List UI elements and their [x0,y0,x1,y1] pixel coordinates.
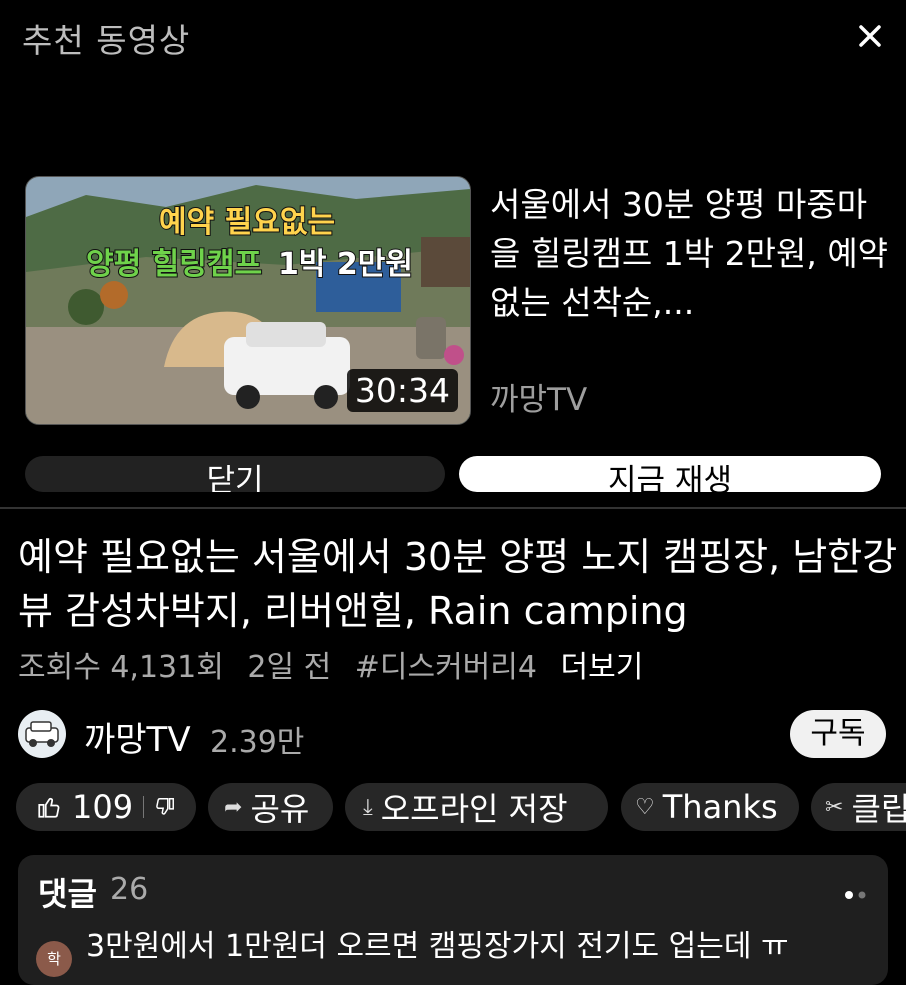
super-thanks-icon: ♡ [635,794,655,820]
play-now-button[interactable]: 지금 재생 [459,456,881,492]
channel-name[interactable]: 까망TV [84,712,191,761]
clip-button[interactable]: ✂ 클립 [811,783,906,831]
hashtag[interactable]: #디스커버리4 [355,650,537,685]
download-label: 오프라인 저장 [380,790,568,828]
thanks-label: Thanks [662,788,778,826]
subscriber-count: 2.39만 [210,725,305,760]
divider [0,507,906,509]
more-button[interactable]: 더보기 [561,650,644,685]
upload-age: 2일 전 [247,650,332,685]
subscribe-button[interactable]: 구독 [790,710,886,758]
carousel-dots-icon [844,885,868,904]
like-dislike-chip[interactable]: 109 [16,783,196,831]
scissors-icon: ✂ [825,794,844,820]
comments-count: 26 [110,872,149,907]
thanks-button[interactable]: ♡ Thanks [621,783,799,831]
video-title: 예약 필요없는 서울에서 30분 양평 노지 캠핑장, 남한강뷰 감성차박지, … [18,535,898,633]
download-icon: ⤓ [363,794,373,820]
like-button[interactable]: 109 [36,788,133,826]
play-now-label: 지금 재생 [608,463,732,493]
dislike-button[interactable] [154,788,176,826]
video-meta: 조회수 4,131회 2일 전 #디스커버리4 더보기 [18,642,657,686]
like-count: 109 [72,788,134,826]
overlay-title: 추천 동영상 [22,21,191,60]
thumbs-down-icon [156,798,175,815]
share-button[interactable]: ➦ 공유 [208,783,333,831]
clip-label: 클립 [851,790,906,828]
suggested-video-channel: 까망TV [490,382,588,418]
duration-badge: 30:34 [346,369,458,412]
close-button-label: 닫기 [206,463,264,493]
first-comment-text: 3만원에서 1만원더 오르면 캠핑장가지 전기도 업는데 ㅠ [86,929,789,964]
comments-label: 댓글 [38,875,97,913]
share-icon: ➦ [224,794,243,820]
thumbnail-text-line1: 예약 필요없는 [158,204,336,241]
recommended-overlay: 추천 동영상 예약 필요없는 양평 힐링캠프 1박 2만원 30:34 서울에서… [0,0,906,508]
thumbnail-text-line2b: 1박 2만원 [277,246,414,283]
comments-panel[interactable]: 댓글 26 학 3만원에서 1만원더 오르면 캠핑장가지 전기도 업는데 ㅠ [18,855,888,985]
avatar[interactable] [18,710,66,758]
download-button[interactable]: ⤓ 오프라인 저장 [345,783,608,831]
share-label: 공유 [250,790,310,828]
close-button[interactable]: 닫기 [25,456,445,492]
thumbnail-text-line2a: 양평 힐링캠프 [85,246,263,283]
chip-divider [143,796,145,818]
suggested-video-thumbnail[interactable]: 예약 필요없는 양평 힐링캠프 1박 2만원 30:34 [25,176,471,425]
thumbs-up-icon [38,797,60,818]
suggested-video-title[interactable]: 서울에서 30분 양평 마중마을 힐링캠프 1박 2만원, 예약없는 선착순,.… [490,180,890,327]
commenter-avatar: 학 [36,941,72,977]
close-icon[interactable] [852,18,888,54]
view-count: 조회수 4,131회 [18,650,224,685]
